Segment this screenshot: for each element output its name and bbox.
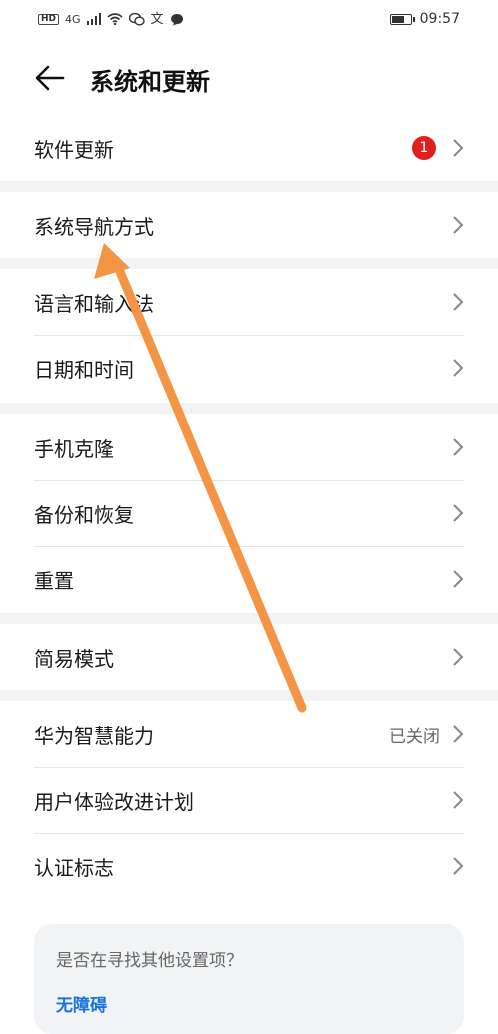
chevron-right-icon bbox=[453, 791, 464, 809]
chevron-right-icon bbox=[453, 216, 464, 234]
hd-icon: HD bbox=[38, 13, 60, 25]
settings-group-navigation: 系统导航方式 bbox=[0, 192, 498, 258]
chevron-right-icon bbox=[453, 648, 464, 666]
back-button[interactable] bbox=[30, 60, 70, 96]
page-title: 系统和更新 bbox=[90, 68, 210, 96]
chat-bubble-icon bbox=[170, 13, 183, 25]
suggestion-title: 是否在寻找其他设置项？ bbox=[56, 951, 243, 971]
accessibility-link[interactable]: 无障碍 bbox=[56, 991, 442, 1016]
group-separator bbox=[0, 613, 498, 624]
settings-item-phone-clone[interactable]: 手机克隆 bbox=[0, 414, 498, 480]
chevron-right-icon bbox=[453, 570, 464, 588]
status-icons-left: HD 4G 文 bbox=[38, 11, 184, 27]
settings-item-software-update[interactable]: 软件更新 1 bbox=[0, 115, 498, 181]
chevron-right-icon bbox=[453, 857, 464, 875]
chevron-right-icon bbox=[453, 504, 464, 522]
signal-icon bbox=[86, 13, 101, 25]
battery-fill bbox=[391, 15, 405, 23]
settings-item-simple-mode[interactable]: 简易模式 bbox=[0, 624, 498, 690]
group-separator bbox=[0, 690, 498, 701]
settings-item-label: 备份和恢复 bbox=[34, 502, 134, 527]
settings-item-label: 系统导航方式 bbox=[34, 214, 154, 239]
settings-item-user-experience[interactable]: 用户体验改进计划 bbox=[0, 767, 498, 833]
settings-item-label: 重置 bbox=[34, 568, 74, 593]
status-time: 09:57 bbox=[419, 11, 460, 27]
settings-item-label: 语言和输入法 bbox=[34, 291, 154, 316]
chevron-right-icon bbox=[453, 293, 464, 311]
settings-item-reset[interactable]: 重置 bbox=[0, 546, 498, 612]
wifi-icon bbox=[107, 13, 123, 25]
settings-group-language-time: 语言和输入法 日期和时间 bbox=[0, 269, 498, 401]
battery-icon bbox=[389, 13, 415, 25]
notification-badge: 1 bbox=[412, 136, 436, 160]
settings-group-simple-mode: 简易模式 bbox=[0, 624, 498, 690]
settings-item-label: 认证标志 bbox=[34, 855, 114, 880]
settings-item-system-navigation[interactable]: 系统导航方式 bbox=[0, 192, 498, 258]
settings-item-backup-restore[interactable]: 备份和恢复 bbox=[0, 480, 498, 546]
chevron-right-icon bbox=[453, 438, 464, 456]
chevron-right-icon bbox=[453, 359, 464, 377]
settings-item-label: 手机克隆 bbox=[34, 436, 114, 461]
settings-item-certification[interactable]: 认证标志 bbox=[0, 833, 498, 899]
settings-group-misc: 华为智慧能力 已关闭 用户体验改进计划 认证标志 bbox=[0, 701, 498, 899]
settings-item-label: 华为智慧能力 bbox=[34, 723, 154, 748]
settings-group-update: 软件更新 1 bbox=[0, 115, 498, 181]
settings-item-language-input[interactable]: 语言和输入法 bbox=[0, 269, 498, 335]
settings-item-label: 用户体验改进计划 bbox=[34, 789, 194, 814]
app-header: 系统和更新 bbox=[0, 48, 498, 108]
settings-item-label: 软件更新 bbox=[34, 137, 114, 162]
settings-item-label: 日期和时间 bbox=[34, 357, 134, 382]
status-icons-right: 09:57 bbox=[389, 11, 460, 27]
settings-item-value: 已关闭 bbox=[389, 726, 440, 747]
settings-group-backup: 手机克隆 备份和恢复 重置 bbox=[0, 414, 498, 612]
settings-item-huawei-assistant[interactable]: 华为智慧能力 已关闭 bbox=[0, 701, 498, 767]
group-separator bbox=[0, 403, 498, 414]
wechat-icon bbox=[128, 12, 145, 25]
chevron-right-icon bbox=[453, 139, 464, 157]
chevron-right-icon bbox=[453, 725, 464, 743]
arrow-left-icon bbox=[35, 65, 65, 91]
suggestion-card: 是否在寻找其他设置项？ 无障碍 bbox=[34, 924, 464, 1034]
network-type: 4G bbox=[65, 12, 81, 26]
status-bar: HD 4G 文 09:57 bbox=[0, 0, 498, 38]
settings-item-date-time[interactable]: 日期和时间 bbox=[0, 335, 498, 401]
translate-icon: 文 bbox=[150, 11, 164, 27]
group-separator bbox=[0, 181, 498, 192]
group-separator bbox=[0, 258, 498, 269]
settings-item-label: 简易模式 bbox=[34, 646, 114, 671]
